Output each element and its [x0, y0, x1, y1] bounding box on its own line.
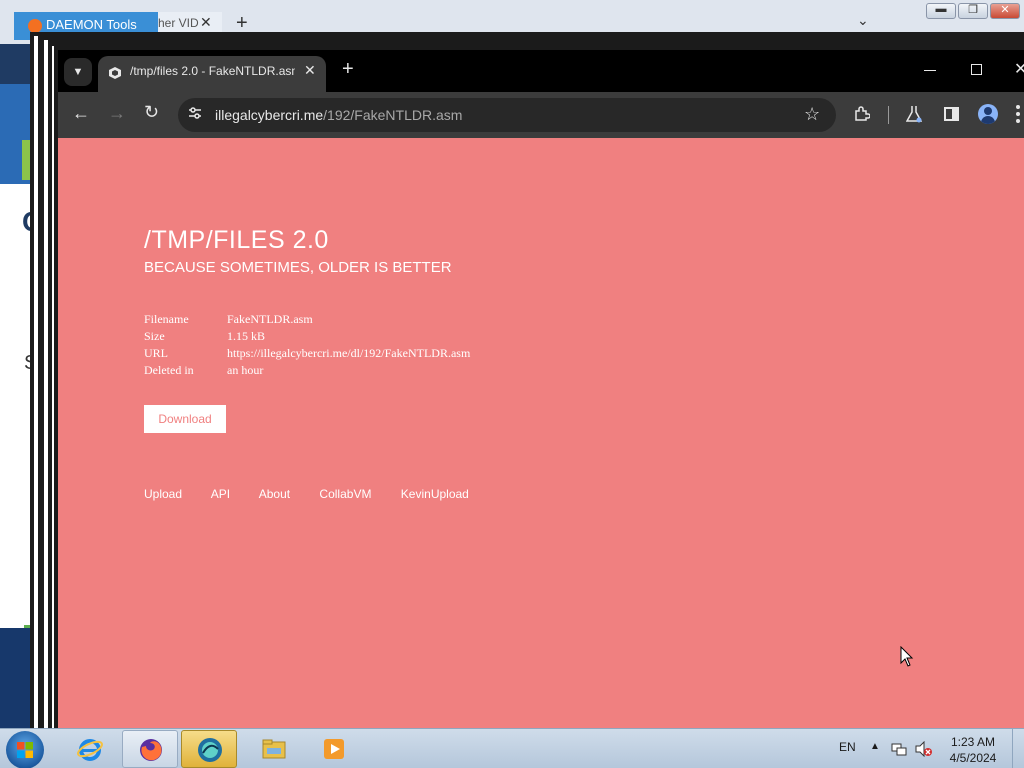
info-value: 1.15 kB: [227, 329, 266, 343]
address-bar[interactable]: illegalcybercri.me/192/FakeNTLDR.asm ☆: [178, 98, 836, 132]
close-icon: ✕: [1000, 4, 1010, 16]
info-key: Size: [144, 329, 165, 343]
browser-toolbar: ← → ↻ illegalcybercri.me/192/FakeNTLDR.a…: [58, 92, 1024, 138]
labs-flask-icon[interactable]: [906, 105, 922, 123]
minimize-button[interactable]: [924, 70, 936, 71]
cube-icon: [109, 67, 121, 79]
info-value: FakeNTLDR.asm: [227, 312, 313, 326]
tab-search-button[interactable]: ▼: [64, 58, 92, 86]
start-button[interactable]: [6, 731, 44, 768]
daemon-tools-icon: [28, 19, 42, 33]
toolbar-separator: [888, 106, 889, 124]
info-key: Deleted in: [144, 363, 194, 377]
file-info-table: Filename FakeNTLDR.asm Size 1.15 kB URL …: [144, 312, 470, 380]
internet-explorer-icon: [77, 739, 103, 761]
taskbar-firefox[interactable]: [122, 730, 178, 768]
more-menu-icon[interactable]: [1016, 105, 1020, 123]
page-title: /TMP/FILES 2.0: [144, 226, 329, 254]
profile-avatar-icon[interactable]: [978, 104, 998, 124]
chevron-down-icon[interactable]: ⌄: [857, 12, 869, 29]
footer-link-about[interactable]: About: [259, 487, 290, 501]
restore-button[interactable]: ❐: [958, 3, 988, 19]
footer-link-collabvm[interactable]: CollabVM: [319, 487, 371, 501]
reload-icon[interactable]: ↻: [144, 102, 159, 123]
chevron-down-icon: ▼: [72, 66, 84, 78]
footer-link-kevinupload[interactable]: KevinUpload: [401, 487, 469, 501]
bookmark-star-icon[interactable]: ☆: [804, 104, 820, 125]
close-button[interactable]: ✕: [990, 3, 1020, 19]
mouse-cursor-icon: [900, 646, 914, 667]
language-indicator[interactable]: EN: [839, 740, 856, 754]
background-strip: [0, 44, 30, 84]
footer-nav: Upload API About CollabVM KevinUpload: [144, 487, 495, 501]
stacked-window-edge: [52, 46, 54, 728]
daemon-tools-icon: [198, 738, 222, 762]
footer-link-api[interactable]: API: [211, 487, 230, 501]
close-button[interactable]: ✕: [1014, 59, 1024, 79]
new-tab-button[interactable]: +: [342, 58, 354, 81]
taskbar-file-explorer[interactable]: [246, 730, 302, 768]
info-key: Filename: [144, 312, 189, 326]
site-settings-icon[interactable]: [188, 106, 202, 120]
url-domain: illegalcybercri.me: [215, 107, 324, 123]
extensions-puzzle-icon[interactable]: [854, 106, 870, 122]
show-hidden-icons-arrow-icon[interactable]: ▲: [870, 741, 880, 752]
background-tab2-label: her VID: [158, 16, 199, 30]
close-icon[interactable]: ✕: [304, 62, 316, 79]
forward-arrow-icon[interactable]: →: [108, 103, 126, 124]
background-footer: [0, 628, 30, 728]
minimize-icon: ▬: [935, 3, 947, 15]
info-row-url: URL https://illegalcybercri.me/dl/192/Fa…: [144, 346, 470, 363]
info-row-deleted-in: Deleted in an hour: [144, 363, 470, 380]
info-row-filename: Filename FakeNTLDR.asm: [144, 312, 470, 329]
restore-icon: ❐: [968, 4, 978, 16]
url-text[interactable]: illegalcybercri.me/192/FakeNTLDR.asm: [215, 107, 462, 123]
page-content: /TMP/FILES 2.0 BECAUSE SOMETIMES, OLDER …: [58, 138, 1024, 728]
media-player-icon: [324, 739, 344, 759]
info-row-size: Size 1.15 kB: [144, 329, 470, 346]
maximize-button[interactable]: [971, 64, 982, 75]
info-value: an hour: [227, 363, 264, 377]
url-path: /192/FakeNTLDR.asm: [323, 107, 463, 123]
clock-time: 1:23 AM: [950, 735, 996, 749]
footer-link-upload[interactable]: Upload: [144, 487, 182, 501]
tab-bar: ▼ /tmp/files 2.0 - FakeNTLDR.asm ✕ + ✕: [58, 50, 1024, 92]
close-icon[interactable]: ✕: [200, 14, 212, 31]
taskbar-daemon-tools[interactable]: [181, 730, 237, 768]
firefox-icon: [140, 739, 162, 761]
windows-flag-icon: [17, 742, 33, 758]
info-value: https://illegalcybercri.me/dl/192/FakeNT…: [227, 346, 471, 360]
file-explorer-icon: [262, 739, 286, 759]
volume-muted-icon[interactable]: [915, 741, 933, 757]
browser-window: ▼ /tmp/files 2.0 - FakeNTLDR.asm ✕ + ✕ ←…: [58, 50, 1024, 728]
taskbar-media-player[interactable]: [306, 730, 362, 768]
download-button[interactable]: Download: [144, 405, 226, 433]
clock-date: 4/5/2024: [949, 751, 997, 765]
tab-title: /tmp/files 2.0 - FakeNTLDR.asm: [130, 64, 295, 78]
back-arrow-icon[interactable]: ←: [72, 103, 90, 124]
minimize-button[interactable]: ▬: [926, 3, 956, 19]
system-clock[interactable]: 1:23 AM 4/5/2024: [945, 734, 1001, 766]
page-subtitle: BECAUSE SOMETIMES, OLDER IS BETTER: [144, 259, 452, 276]
network-icon[interactable]: [891, 741, 907, 757]
taskbar-internet-explorer[interactable]: [62, 730, 118, 768]
tab-active[interactable]: /tmp/files 2.0 - FakeNTLDR.asm ✕: [98, 56, 326, 92]
taskbar: EN ▲ 1:23 AM 4/5/2024: [0, 728, 1024, 768]
info-key: URL: [144, 346, 168, 360]
side-panel-icon[interactable]: [944, 107, 959, 121]
background-accent: [22, 140, 30, 180]
show-desktop-button[interactable]: [1012, 729, 1024, 768]
background-tab-label: DAEMON Tools: [46, 17, 137, 32]
